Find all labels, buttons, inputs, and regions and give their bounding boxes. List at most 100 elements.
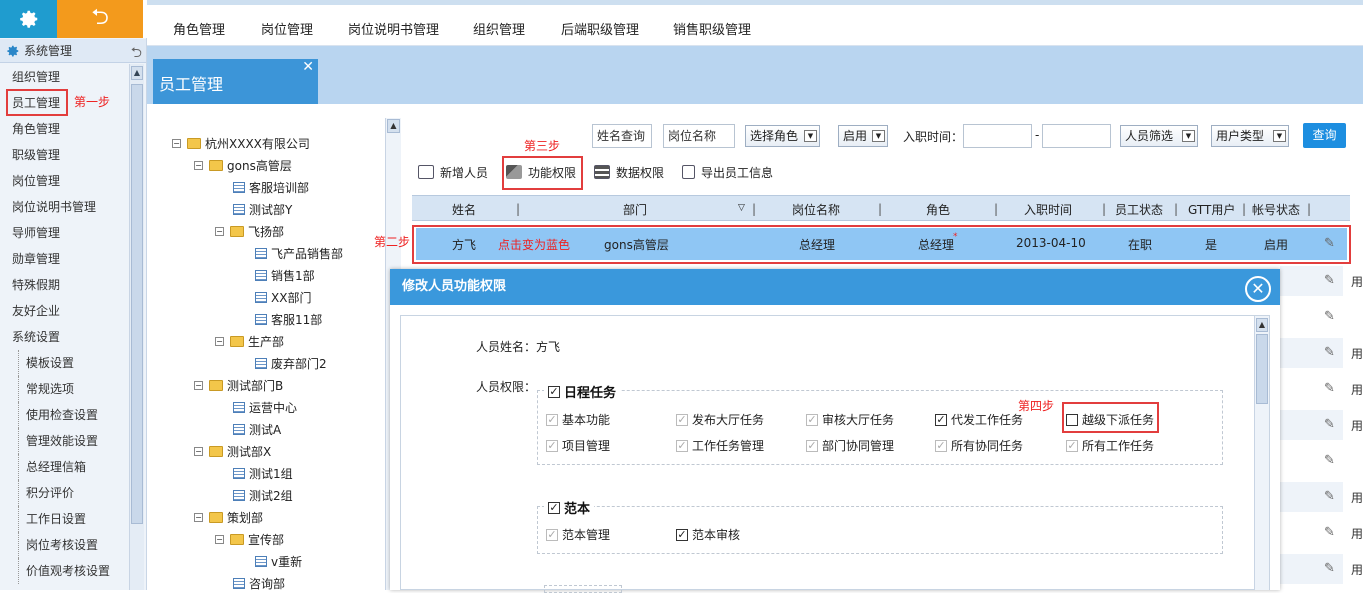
sidebar-sub-post-assess[interactable]: 岗位考核设置: [0, 532, 128, 558]
group-checkbox-template[interactable]: ✓ 范本: [544, 498, 595, 517]
tree-node[interactable]: v重新: [255, 552, 302, 570]
collapse-toggle-icon[interactable]: −: [194, 160, 203, 170]
perm-dept-collab[interactable]: ✓ 部门协同管理: [806, 437, 894, 454]
tree-node[interactable]: 运营中心: [233, 398, 297, 416]
close-icon[interactable]: ✕: [1245, 276, 1271, 302]
checkbox-checked-icon[interactable]: ✓: [546, 413, 558, 426]
tab-post[interactable]: 岗位管理: [261, 19, 313, 38]
sidebar-item-mentor[interactable]: 导师管理: [0, 220, 128, 246]
tree-node[interactable]: 废弃部门2: [255, 354, 327, 372]
settings-button[interactable]: [0, 0, 57, 38]
collapse-toggle-icon[interactable]: −: [194, 446, 203, 456]
sidebar-item-post-doc[interactable]: 岗位说明书管理: [0, 194, 128, 220]
tab-org[interactable]: 组织管理: [473, 19, 525, 38]
sidebar-item-partner[interactable]: 友好企业: [0, 298, 128, 324]
tree-node[interactable]: 客服11部: [255, 310, 322, 328]
tree-node[interactable]: 客服培训部: [233, 178, 309, 196]
pencil-icon[interactable]: ✎: [1324, 417, 1338, 432]
col-hire-date[interactable]: 入职时间: [1024, 201, 1072, 218]
tree-node[interactable]: − 策划部: [194, 508, 263, 526]
collapse-toggle-icon[interactable]: −: [215, 226, 224, 236]
pencil-icon[interactable]: ✎: [1324, 309, 1338, 324]
checkbox-checked-icon[interactable]: ✓: [676, 413, 688, 426]
pencil-icon[interactable]: ✎: [1324, 453, 1338, 468]
collapse-toggle-icon[interactable]: −: [215, 534, 224, 544]
tree-node[interactable]: 飞产品销售部: [255, 244, 343, 262]
enable-select[interactable]: 启用 ▼: [838, 125, 888, 147]
checkbox-checked-icon[interactable]: ✓: [546, 528, 558, 541]
tree-node[interactable]: − 杭州XXXX有限公司: [172, 134, 310, 152]
checkbox-checked-icon[interactable]: ✓: [546, 439, 558, 452]
sidebar-scrollbar[interactable]: ▲: [129, 64, 144, 590]
sidebar-sub-mailbox[interactable]: 总经理信箱: [0, 454, 128, 480]
col-status[interactable]: 员工状态: [1115, 201, 1163, 218]
sidebar-sub-value-assess[interactable]: 价值观考核设置: [0, 558, 128, 584]
pencil-icon[interactable]: ✎: [1324, 561, 1338, 576]
tab-sales-rank[interactable]: 销售职级管理: [673, 19, 751, 38]
pencil-icon[interactable]: ✎: [1324, 489, 1338, 504]
tab-backend-rank[interactable]: 后端职级管理: [561, 19, 639, 38]
collapse-toggle-icon[interactable]: −: [194, 380, 203, 390]
sidebar-sub-options[interactable]: 常规选项: [0, 376, 128, 402]
sidebar-item-role[interactable]: 角色管理: [0, 116, 128, 142]
tree-node[interactable]: − 测试部X: [194, 442, 271, 460]
sidebar-sub-score[interactable]: 积分评价: [0, 480, 128, 506]
perm-all-collab[interactable]: ✓ 所有协同任务: [935, 437, 1023, 454]
pencil-icon[interactable]: ✎: [1324, 381, 1338, 396]
scroll-thumb[interactable]: [131, 84, 143, 524]
hire-date-start-input[interactable]: [963, 124, 1032, 148]
sidebar-item-org[interactable]: 组织管理: [0, 64, 128, 90]
sidebar-sub-template[interactable]: 模板设置: [0, 350, 128, 376]
sidebar-sub-usage[interactable]: 使用检查设置: [0, 402, 128, 428]
sidebar-sub-workday[interactable]: 工作日设置: [0, 506, 128, 532]
col-gtt[interactable]: GTT用户: [1188, 201, 1235, 218]
checkbox-checked-icon[interactable]: ✓: [548, 501, 560, 514]
perm-basic[interactable]: ✓ 基本功能: [546, 411, 610, 428]
checkbox-checked-icon[interactable]: ✓: [1066, 439, 1078, 452]
collapse-toggle-icon[interactable]: −: [215, 336, 224, 346]
perm-template-review[interactable]: ✓ 范本审核: [676, 526, 740, 543]
back-button[interactable]: ⮌: [57, 0, 143, 38]
checkbox-checked-icon[interactable]: ✓: [935, 439, 947, 452]
pencil-icon[interactable]: ✎: [1324, 525, 1338, 540]
tree-node[interactable]: − 飞扬部: [215, 222, 284, 240]
scroll-up-icon[interactable]: ▲: [387, 119, 400, 133]
scroll-up-icon[interactable]: ▲: [1256, 318, 1268, 332]
tree-node[interactable]: − 测试部门B: [194, 376, 283, 394]
col-account[interactable]: 帐号状态: [1252, 201, 1300, 218]
perm-publish-hall[interactable]: ✓ 发布大厅任务: [676, 411, 764, 428]
tree-node[interactable]: 测试1组: [233, 464, 293, 482]
pencil-icon[interactable]: ✎: [1324, 273, 1338, 288]
checkbox-checked-icon[interactable]: ✓: [935, 413, 947, 426]
sidebar-item-system[interactable]: 系统设置: [0, 324, 128, 350]
export-staff-button[interactable]: 导出员工信息: [682, 163, 773, 181]
modal-scrollbar[interactable]: ▲: [1254, 316, 1269, 590]
staff-filter-select[interactable]: 人员筛选 ▼: [1120, 125, 1198, 147]
tree-node[interactable]: − 宣传部: [215, 530, 284, 548]
col-role[interactable]: 角色: [926, 201, 950, 218]
sort-icon[interactable]: ▽: [738, 203, 745, 213]
checkbox-checked-icon[interactable]: ✓: [676, 528, 688, 541]
tab-role[interactable]: 角色管理: [173, 19, 225, 38]
perm-project[interactable]: ✓ 项目管理: [546, 437, 610, 454]
tree-node[interactable]: XX部门: [255, 288, 311, 306]
collapse-toggle-icon[interactable]: −: [194, 512, 203, 522]
col-dept[interactable]: 部门: [623, 201, 647, 218]
checkbox-checked-icon[interactable]: ✓: [548, 385, 560, 398]
close-icon[interactable]: ✕: [302, 59, 314, 75]
sidebar-section-header[interactable]: 系统管理 ⮌: [0, 39, 146, 63]
sidebar-item-medal[interactable]: 勋章管理: [0, 246, 128, 272]
checkbox-checked-icon[interactable]: ✓: [676, 439, 688, 452]
col-name[interactable]: 姓名: [452, 201, 476, 218]
tab-post-doc[interactable]: 岗位说明书管理: [348, 19, 439, 38]
tree-node[interactable]: 测试2组: [233, 486, 293, 504]
tree-node[interactable]: − 生产部: [215, 332, 284, 350]
checkbox-checked-icon[interactable]: ✓: [806, 413, 818, 426]
tree-node[interactable]: 咨询部: [233, 574, 285, 592]
user-type-select[interactable]: 用户类型 ▼: [1211, 125, 1289, 147]
sidebar-item-post[interactable]: 岗位管理: [0, 168, 128, 194]
scroll-thumb[interactable]: [1256, 334, 1268, 404]
perm-task-manage[interactable]: ✓ 工作任务管理: [676, 437, 764, 454]
tree-node[interactable]: 测试A: [233, 420, 281, 438]
page-title-tab[interactable]: 员工管理 ✕: [153, 59, 318, 104]
